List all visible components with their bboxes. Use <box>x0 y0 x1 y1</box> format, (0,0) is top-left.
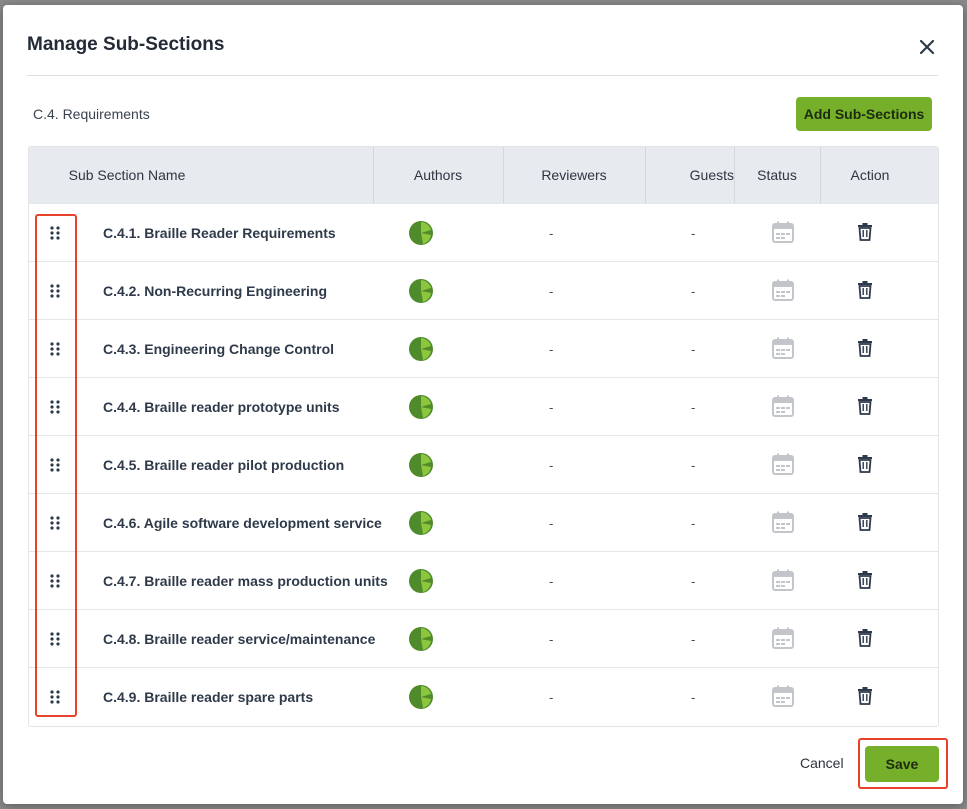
calendar-icon[interactable] <box>772 279 794 301</box>
subsection-name: C.4.4. Braille reader prototype units <box>103 399 340 415</box>
author-avatar-icon[interactable] <box>409 279 433 303</box>
table-header: Sub Section Name Authors Reviewers Guest… <box>29 147 938 203</box>
column-header-action: Action <box>850 167 890 183</box>
subsection-name: C.4.1. Braille Reader Requirements <box>103 225 336 241</box>
table-row: C.4.9. Braille reader spare parts - - <box>29 667 938 726</box>
modal-title: Manage Sub-Sections <box>27 34 225 55</box>
reviewers-value: - <box>549 573 554 589</box>
drag-handle-icon[interactable] <box>49 457 61 473</box>
column-header-reviewers: Reviewers <box>541 167 607 183</box>
table-row: C.4.6. Agile software development servic… <box>29 493 938 552</box>
subsection-name: C.4.5. Braille reader pilot production <box>103 457 345 473</box>
trash-icon[interactable] <box>857 397 873 415</box>
column-header-status: Status <box>757 167 797 183</box>
subsection-name: C.4.2. Non-Recurring Engineering <box>103 283 328 299</box>
guests-value: - <box>691 573 696 589</box>
trash-icon[interactable] <box>857 571 873 589</box>
section-label: C.4. Requirements <box>33 106 150 122</box>
guests-value: - <box>691 689 696 705</box>
calendar-icon[interactable] <box>772 511 794 533</box>
calendar-icon[interactable] <box>772 569 794 591</box>
calendar-icon[interactable] <box>772 627 794 649</box>
calendar-icon[interactable] <box>772 395 794 417</box>
guests-value: - <box>691 225 696 241</box>
trash-icon[interactable] <box>857 629 873 647</box>
table-row: C.4.7. Braille reader mass production un… <box>29 551 938 610</box>
trash-icon[interactable] <box>857 339 873 357</box>
title-divider <box>27 75 938 76</box>
save-button[interactable]: Save <box>865 746 939 782</box>
reviewers-value: - <box>549 515 554 531</box>
guests-value: - <box>691 283 696 299</box>
close-icon <box>919 39 935 55</box>
subsection-name: C.4.7. Braille reader mass production un… <box>103 573 388 589</box>
add-subsections-button[interactable]: Add Sub-Sections <box>796 97 932 131</box>
drag-handle-icon[interactable] <box>49 399 61 415</box>
reviewers-value: - <box>549 341 554 357</box>
drag-handle-icon[interactable] <box>49 689 61 705</box>
trash-icon[interactable] <box>857 281 873 299</box>
subsections-table: Sub Section Name Authors Reviewers Guest… <box>28 146 939 727</box>
table-row: C.4.4. Braille reader prototype units - … <box>29 377 938 436</box>
author-avatar-icon[interactable] <box>409 511 433 535</box>
calendar-icon[interactable] <box>772 685 794 707</box>
guests-value: - <box>691 631 696 647</box>
table-row: C.4.1. Braille Reader Requirements - - <box>29 203 938 262</box>
author-avatar-icon[interactable] <box>409 569 433 593</box>
column-header-name: Sub Section Name <box>68 167 186 183</box>
drag-handle-icon[interactable] <box>49 225 61 241</box>
reviewers-value: - <box>549 689 554 705</box>
guests-value: - <box>691 341 696 357</box>
subsection-name: C.4.8. Braille reader service/maintenanc… <box>103 631 376 647</box>
reviewers-value: - <box>549 457 554 473</box>
subsection-name: C.4.6. Agile software development servic… <box>103 515 382 531</box>
reviewers-value: - <box>549 399 554 415</box>
reviewers-value: - <box>549 225 554 241</box>
drag-handle-icon[interactable] <box>49 631 61 647</box>
author-avatar-icon[interactable] <box>409 627 433 651</box>
subsection-name: C.4.9. Braille reader spare parts <box>103 689 314 705</box>
calendar-icon[interactable] <box>772 337 794 359</box>
manage-subsections-modal: Manage Sub-Sections C.4. Requirements Ad… <box>3 5 963 804</box>
author-avatar-icon[interactable] <box>409 337 433 361</box>
author-avatar-icon[interactable] <box>409 453 433 477</box>
column-header-authors: Authors <box>413 167 463 183</box>
drag-handle-icon[interactable] <box>49 341 61 357</box>
column-header-guests: Guests <box>689 167 734 183</box>
author-avatar-icon[interactable] <box>409 221 433 245</box>
author-avatar-icon[interactable] <box>409 395 433 419</box>
drag-handle-icon[interactable] <box>49 573 61 589</box>
trash-icon[interactable] <box>857 687 873 705</box>
drag-handle-icon[interactable] <box>49 283 61 299</box>
calendar-icon[interactable] <box>772 453 794 475</box>
reviewers-value: - <box>549 283 554 299</box>
calendar-icon[interactable] <box>772 221 794 243</box>
guests-value: - <box>691 515 696 531</box>
subsection-name: C.4.3. Engineering Change Control <box>103 341 335 357</box>
trash-icon[interactable] <box>857 513 873 531</box>
author-avatar-icon[interactable] <box>409 685 433 709</box>
trash-icon[interactable] <box>857 455 873 473</box>
trash-icon[interactable] <box>857 223 873 241</box>
close-button[interactable] <box>915 35 939 59</box>
drag-handle-icon[interactable] <box>49 515 61 531</box>
table-row: C.4.8. Braille reader service/maintenanc… <box>29 609 938 668</box>
table-row: C.4.2. Non-Recurring Engineering - - <box>29 261 938 320</box>
guests-value: - <box>691 457 696 473</box>
table-row: C.4.3. Engineering Change Control - - <box>29 319 938 378</box>
reviewers-value: - <box>549 631 554 647</box>
guests-value: - <box>691 399 696 415</box>
cancel-button[interactable]: Cancel <box>800 755 844 771</box>
table-row: C.4.5. Braille reader pilot production -… <box>29 435 938 494</box>
